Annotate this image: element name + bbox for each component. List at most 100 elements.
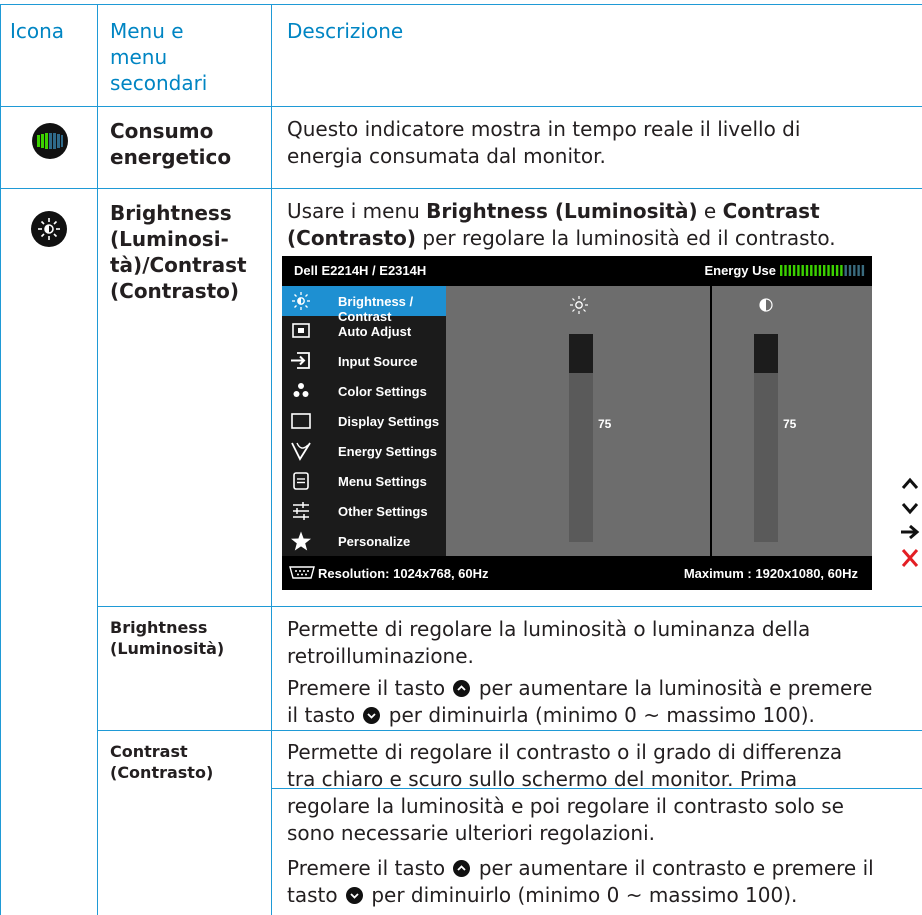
osd-energy-label: Energy Use [704, 263, 776, 278]
header-icon-column: Icona [10, 19, 65, 43]
contrast-bar-remaining [754, 334, 778, 373]
osd-brightness-panel: 75 [446, 286, 710, 556]
sliders-icon [293, 502, 309, 520]
energy-meter-segment [823, 265, 826, 276]
sun-icon [31, 211, 67, 247]
sun-icon [292, 292, 310, 310]
brightness-contrast-label-line3: tà)/Contrast [110, 253, 247, 277]
brightness-sub-instruction-line2: il tasto per diminuirla (minimo 0 ~ mass… [287, 703, 815, 727]
osd-menu-item-label: Other Settings [338, 504, 428, 519]
energy-meter-segment [827, 265, 830, 276]
brightness-value: 75 [598, 417, 612, 431]
contrast-level-bar[interactable] [754, 334, 778, 542]
osd-menu-item-other-settings[interactable]: Other Settings [282, 496, 446, 526]
table-left-rule [0, 4, 1, 915]
energy-meter-segment [818, 265, 822, 276]
osd-model-title: Dell E2214H / E2314H [294, 263, 427, 278]
osd-contrast-panel: 75 [712, 286, 872, 556]
contrast-sub-label-line2: (Contrasto) [110, 763, 214, 782]
energy-meter-segment [805, 265, 809, 276]
close-x-icon[interactable] [899, 547, 921, 569]
energy-meter-segment [853, 265, 856, 276]
osd-menu-item-input-source[interactable]: Input Source [282, 346, 446, 376]
header-bottom-rule [0, 106, 922, 107]
energy-meter-segment [831, 265, 834, 276]
contrast-sub-description-line3: regolare la luminosità e poi regolare il… [287, 794, 844, 818]
osd-menu-item-label: Personalize [338, 534, 411, 549]
osd-menu-item-label: Menu Settings [338, 474, 427, 489]
energy-meter-segment [861, 265, 865, 276]
brightness-contrast-description-line2: (Contrasto) per regolare la luminosità e… [287, 226, 836, 250]
osd-menu-item-menu-settings[interactable]: Menu Settings [282, 466, 446, 496]
osd-menu-item-brightness-contrast[interactable]: Brightness / Contrast [282, 286, 446, 324]
osd-menu-item-label: Color Settings [338, 384, 427, 399]
row-rule [97, 730, 922, 731]
energy-description-line1: Questo indicatore mostra in tempo reale … [287, 117, 801, 141]
brightness-sub-description-line1: Permette di regolare la luminosità o lum… [287, 617, 811, 641]
leaf-icon [291, 442, 311, 461]
osd-menu-item-energy-settings[interactable]: Energy Settings [282, 436, 446, 466]
contrast-sub-description-line1: Permette di regolare il contrasto o il g… [287, 740, 843, 764]
row-rule [97, 606, 922, 607]
energy-meter-segment [848, 265, 852, 276]
brightness-sub-label-line2: (Luminosità) [110, 639, 225, 658]
energy-meter-segment [780, 265, 783, 276]
vga-connector-icon [289, 566, 315, 579]
energy-meter-segment [797, 265, 800, 276]
osd-menu-item-color-settings[interactable]: Color Settings [282, 376, 446, 406]
settings-table: Icona Menu e menu secondari Descrizione … [0, 0, 922, 915]
energy-meter-segment [844, 265, 847, 276]
osd-menu-item-auto-adjust[interactable]: Auto Adjust [282, 316, 446, 346]
color-dots-icon [293, 383, 309, 397]
energy-meter-segment [857, 265, 860, 276]
energy-label-line1: Consumo [110, 119, 214, 143]
row-rule [0, 188, 922, 189]
energy-meter-segment [814, 265, 817, 276]
menu-doc-icon [293, 472, 309, 490]
brightness-sub-instruction-line1: Premere il tasto per aumentare la lumino… [287, 676, 873, 700]
energy-meter-segment [840, 265, 843, 276]
contrast-icon [759, 298, 773, 312]
right-arrow-icon[interactable] [899, 521, 921, 543]
brightness-level-bar[interactable] [569, 334, 593, 542]
osd-menu-item-label: Input Source [338, 354, 418, 369]
brightness-sub-description-line2: retroilluminazione. [287, 644, 474, 668]
osd-maximum-resolution: Maximum : 1920x1080, 60Hz [683, 566, 858, 581]
energy-meter-segment [835, 265, 839, 276]
brightness-sub-label-line1: Brightness [110, 618, 208, 637]
energy-meter-segment [784, 265, 787, 276]
osd-energy-meter [780, 265, 865, 276]
energy-meter-segment [788, 265, 791, 276]
osd-screenshot: Dell E2214H / E2314H Energy Use Brightne… [282, 256, 872, 590]
energy-meter-segment [792, 265, 796, 276]
brightness-contrast-label-line4: (Contrasto) [110, 279, 240, 303]
osd-menu-item-personalize[interactable]: Personalize [282, 526, 446, 556]
osd-menu-item-label: Auto Adjust [338, 324, 412, 339]
header-menu-column-line3: secondari [110, 71, 208, 95]
header-description-column: Descrizione [287, 19, 404, 43]
sun-icon [570, 296, 588, 314]
column-rule [271, 4, 272, 915]
osd-footer: Resolution: 1024x768, 60Hz Maximum : 192… [282, 556, 872, 590]
contrast-sub-label-line1: Contrast [110, 742, 188, 761]
brightness-contrast-description-line1: Usare i menu Brightness (Luminosità) e C… [287, 199, 820, 223]
osd-menu-item-display-settings[interactable]: Display Settings [282, 406, 446, 436]
up-arrow-icon[interactable] [899, 473, 921, 495]
energy-meter-segment [810, 265, 813, 276]
brightness-contrast-label-line1: Brightness [110, 201, 232, 225]
osd-menu-item-label: Display Settings [338, 414, 440, 429]
contrast-sub-description-line2: tra chiaro e scuro sullo schermo del mon… [287, 767, 798, 791]
contrast-sub-description-line4: sono necessarie ulteriori regolazioni. [287, 821, 655, 845]
energy-meter-icon [32, 123, 68, 159]
display-rect-icon [291, 413, 311, 429]
contrast-sub-instruction-line1: Premere il tasto per aumentare il contra… [287, 856, 874, 880]
energy-label-line2: energetico [110, 145, 232, 169]
table-top-rule [0, 4, 922, 5]
up-button-icon [453, 680, 471, 697]
contrast-menu-name: Contrast [722, 199, 820, 223]
brightness-contrast-label-line2: (Luminosi- [110, 227, 229, 251]
down-button-icon [345, 887, 363, 904]
brightness-bar-remaining [569, 334, 593, 373]
down-arrow-icon[interactable] [899, 497, 921, 519]
energy-description-line2: energia consumata dal monitor. [287, 144, 606, 168]
